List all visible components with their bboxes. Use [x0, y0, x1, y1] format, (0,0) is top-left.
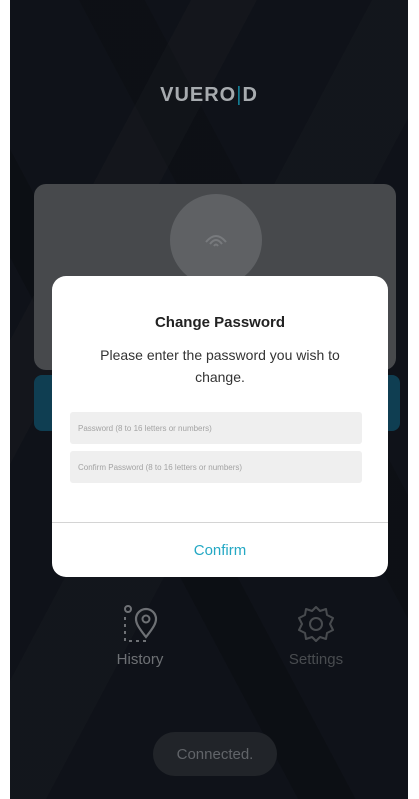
password-field[interactable] [70, 412, 362, 444]
app-screen: VUERO|D History Settings Connected. Chan… [10, 0, 408, 799]
dialog-message: Please enter the password you wish to ch… [100, 347, 340, 385]
confirm-button[interactable]: Confirm [52, 523, 388, 577]
change-password-dialog: Change Password Please enter the passwor… [52, 276, 388, 577]
confirm-password-field[interactable] [70, 451, 362, 483]
dialog-title: Change Password [154, 314, 286, 331]
